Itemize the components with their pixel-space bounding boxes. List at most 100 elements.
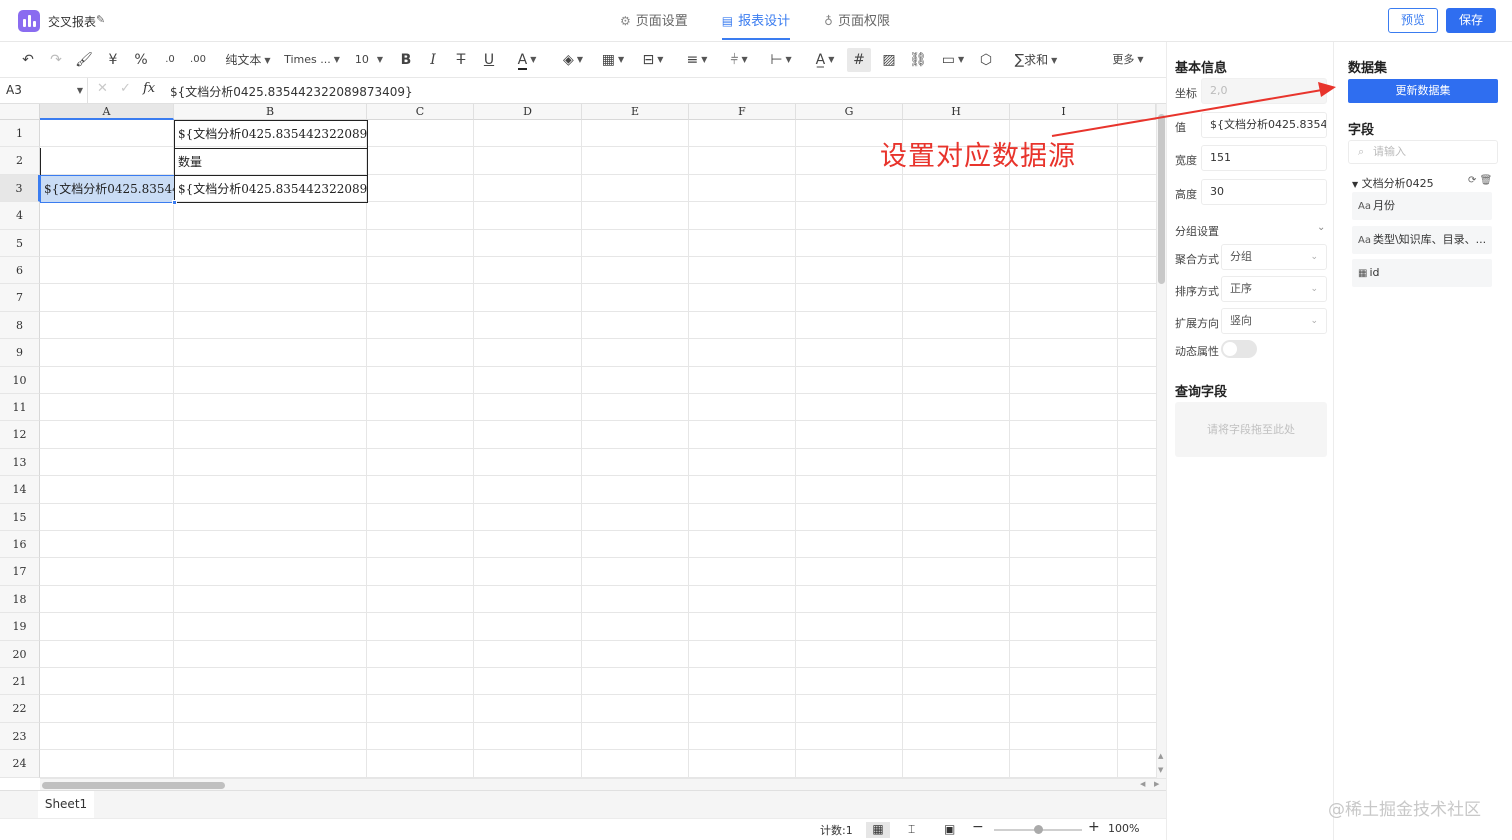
- field-item[interactable]: Aa 月份: [1352, 192, 1492, 220]
- tab-page-permission[interactable]: ♁ 页面权限: [824, 0, 890, 42]
- agg-select[interactable]: 分组 ⌄: [1221, 244, 1327, 270]
- vertical-scrollbar[interactable]: ▲ ▼: [1156, 104, 1166, 778]
- image-icon[interactable]: ▨: [878, 48, 900, 72]
- dataset-tree-node[interactable]: ▼ 文档分析0425: [1352, 175, 1434, 191]
- column-header[interactable]: E: [582, 104, 689, 120]
- row-header[interactable]: 1: [0, 120, 40, 148]
- font-size-select[interactable]: 10 ▼: [352, 48, 386, 72]
- row-header[interactable]: 7: [0, 284, 40, 312]
- field-search-input[interactable]: ⌕ 请输入: [1348, 140, 1498, 164]
- value-field[interactable]: ${文档分析0425.8354: [1201, 112, 1327, 138]
- cell-A3[interactable]: ${文档分析0425.835442322089873409}: [40, 175, 175, 203]
- font-family-select[interactable]: Times ... ▼: [282, 48, 342, 72]
- column-header[interactable]: G: [796, 104, 903, 120]
- text-wrap-button[interactable]: ⊢ ▼: [764, 48, 798, 72]
- row-header[interactable]: 4: [0, 202, 40, 230]
- page-break-view-icon[interactable]: ⌶: [908, 822, 915, 837]
- redo-icon[interactable]: ↷: [46, 48, 66, 72]
- row-header[interactable]: 15: [0, 503, 40, 531]
- update-dataset-button[interactable]: 更新数据集: [1348, 79, 1498, 103]
- chevron-down-icon[interactable]: ⌄: [1317, 222, 1325, 233]
- field-item[interactable]: Aa 类型\知识库、目录、...: [1352, 226, 1492, 254]
- row-header[interactable]: 19: [0, 613, 40, 641]
- cell-B3[interactable]: ${文档分析0425.835442322089873411}: [174, 175, 368, 203]
- column-header[interactable]: F: [689, 104, 796, 120]
- dynamic-toggle[interactable]: [1221, 340, 1257, 358]
- underline-button[interactable]: U: [479, 48, 499, 72]
- row-header[interactable]: 3: [0, 174, 40, 203]
- column-header[interactable]: B: [174, 104, 367, 120]
- row-header[interactable]: 5: [0, 229, 40, 257]
- text-rotate-button[interactable]: A̲ ▼: [808, 48, 842, 72]
- row-header[interactable]: 17: [0, 558, 40, 586]
- column-header-blank[interactable]: [1118, 104, 1156, 120]
- column-header[interactable]: C: [367, 104, 474, 120]
- italic-button[interactable]: I: [424, 48, 442, 72]
- row-header[interactable]: 10: [0, 366, 40, 394]
- scroll-down-icon[interactable]: ▼: [1158, 766, 1163, 774]
- cancel-formula-icon[interactable]: ✕: [97, 81, 108, 96]
- bold-button[interactable]: B: [396, 48, 416, 72]
- decimal-decrease-button[interactable]: .00: [187, 48, 209, 72]
- save-button[interactable]: 保存: [1446, 8, 1496, 33]
- tab-page-settings[interactable]: ⚙ 页面设置: [620, 0, 688, 42]
- height-field[interactable]: 30: [1201, 179, 1327, 205]
- row-header[interactable]: 12: [0, 421, 40, 449]
- row-header[interactable]: 18: [0, 585, 40, 614]
- more-button[interactable]: 更多 ▼: [1108, 48, 1148, 72]
- cell-B2[interactable]: 数量: [174, 148, 368, 176]
- column-header[interactable]: A: [40, 104, 174, 120]
- column-header[interactable]: I: [1010, 104, 1118, 120]
- scroll-left-icon[interactable]: ◀: [1140, 780, 1145, 788]
- percent-button[interactable]: %: [131, 48, 151, 72]
- font-color-button[interactable]: A ▼: [510, 48, 544, 72]
- zoom-out-icon[interactable]: −: [972, 819, 984, 835]
- format-painter-icon[interactable]: 🖌: [74, 48, 94, 72]
- page-layout-view-icon[interactable]: ▣: [944, 822, 955, 836]
- zoom-in-icon[interactable]: +: [1088, 819, 1100, 835]
- sum-button[interactable]: ∑求和 ▼: [1008, 48, 1064, 72]
- formula-input[interactable]: ${文档分析0425.835442322089873409}: [170, 83, 413, 100]
- column-header[interactable]: H: [903, 104, 1010, 120]
- scroll-right-icon[interactable]: ▶: [1154, 780, 1159, 788]
- fill-color-button[interactable]: ◈ ▼: [556, 48, 590, 72]
- normal-view-icon[interactable]: ▦: [866, 822, 890, 838]
- width-field[interactable]: 151: [1201, 145, 1327, 171]
- row-header[interactable]: 24: [0, 750, 40, 778]
- cell-A2[interactable]: [40, 148, 175, 176]
- undo-icon[interactable]: ↶: [18, 48, 38, 72]
- query-field-dropzone[interactable]: 请将字段拖至此处: [1175, 402, 1327, 457]
- row-header[interactable]: 8: [0, 311, 40, 340]
- grid-lines-icon[interactable]: #: [847, 48, 871, 72]
- horizontal-scrollbar[interactable]: ◀ ▶: [40, 778, 1166, 790]
- comment-button[interactable]: ▭ ▼: [936, 48, 970, 72]
- confirm-formula-icon[interactable]: ✓: [120, 81, 131, 96]
- zoom-slider-handle[interactable]: [1034, 825, 1043, 834]
- delete-icon[interactable]: 🗑: [1480, 175, 1493, 186]
- row-header[interactable]: 2: [0, 147, 40, 175]
- fill-handle[interactable]: [172, 200, 177, 205]
- strikethrough-icon[interactable]: T: [451, 48, 471, 72]
- edit-title-icon[interactable]: ✎: [96, 13, 105, 26]
- expand-select[interactable]: 竖向 ⌄: [1221, 308, 1327, 334]
- row-header[interactable]: 14: [0, 476, 40, 504]
- preview-button[interactable]: 预览: [1388, 8, 1438, 33]
- valign-button[interactable]: ⫩ ▼: [722, 48, 756, 72]
- vertical-scroll-thumb[interactable]: [1158, 114, 1165, 284]
- row-header[interactable]: 11: [0, 394, 40, 422]
- group-settings-title[interactable]: 分组设置: [1175, 223, 1219, 239]
- cell-B1[interactable]: ${文档分析0425.835442322089873410}: [174, 120, 368, 149]
- row-header[interactable]: 22: [0, 695, 40, 723]
- horizontal-scroll-thumb[interactable]: [42, 782, 225, 789]
- cell-reference-select[interactable]: A3 ▼: [0, 78, 88, 104]
- column-header[interactable]: D: [474, 104, 582, 120]
- scroll-up-icon[interactable]: ▲: [1158, 752, 1163, 760]
- row-header[interactable]: 20: [0, 640, 40, 668]
- sheet-tab[interactable]: Sheet1: [38, 791, 94, 818]
- row-header[interactable]: 21: [0, 668, 40, 696]
- refresh-icon[interactable]: ⟳: [1468, 175, 1476, 186]
- tab-report-design[interactable]: ▤ 报表设计: [721, 0, 791, 42]
- field-item[interactable]: ▦ id: [1352, 259, 1492, 287]
- freeze-icon[interactable]: ⬡: [976, 48, 996, 72]
- merge-button[interactable]: ⊟ ▼: [636, 48, 670, 72]
